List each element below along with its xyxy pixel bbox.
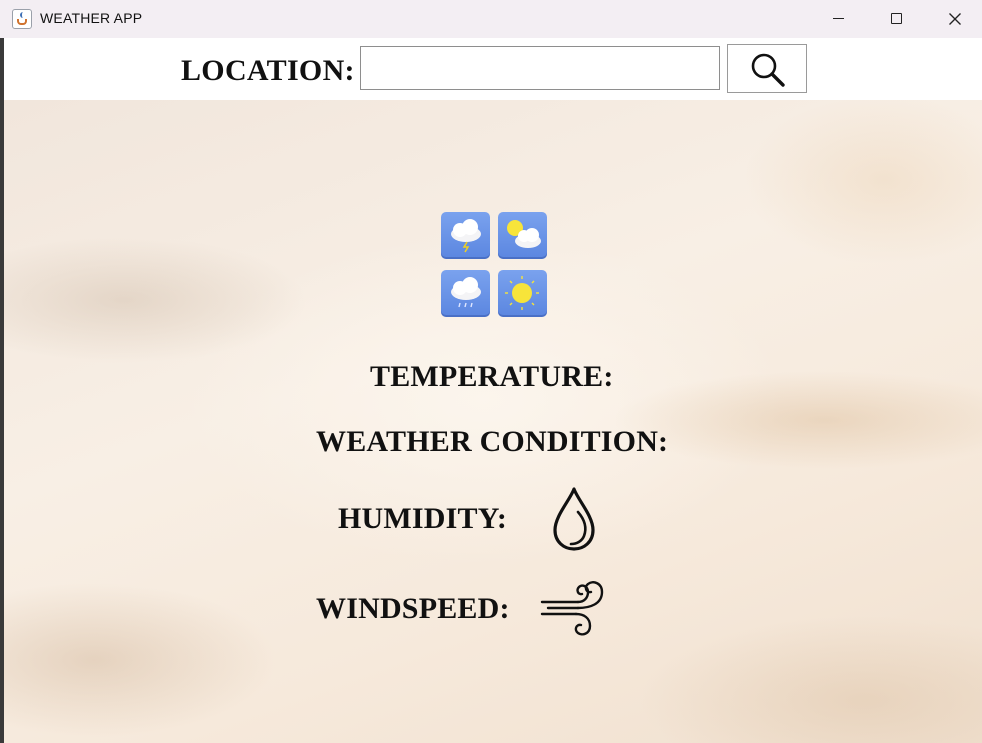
location-input[interactable] xyxy=(360,46,720,90)
sunny-icon xyxy=(498,270,547,317)
close-button[interactable] xyxy=(926,0,982,38)
search-bar: LOCATION: xyxy=(4,38,982,100)
search-button[interactable] xyxy=(727,44,807,93)
magnifier-icon xyxy=(751,53,785,87)
window-title: WEATHER APP xyxy=(40,10,143,26)
minimize-button[interactable] xyxy=(810,0,868,38)
thunderstorm-icon xyxy=(441,212,490,259)
humidity-label: HUMIDITY: xyxy=(338,502,508,535)
wind-icon xyxy=(540,581,604,636)
temperature-label: TEMPERATURE: xyxy=(370,360,614,393)
location-label: LOCATION: xyxy=(181,54,355,87)
rain-icon xyxy=(441,270,490,317)
java-app-icon xyxy=(12,9,32,29)
weather-app-window: WEATHER APP LOCATION: TEMPERATURE: WEATH… xyxy=(0,0,982,743)
partly-cloudy-icon xyxy=(498,212,547,259)
weather-content-background xyxy=(4,100,982,743)
close-icon xyxy=(949,13,961,25)
title-bar[interactable]: WEATHER APP xyxy=(0,0,982,38)
weather-condition-label: WEATHER CONDITION: xyxy=(316,425,669,458)
maximize-button[interactable] xyxy=(868,0,926,38)
windspeed-label: WINDSPEED: xyxy=(316,592,510,625)
weather-condition-image xyxy=(441,212,549,318)
water-drop-icon xyxy=(553,487,595,551)
